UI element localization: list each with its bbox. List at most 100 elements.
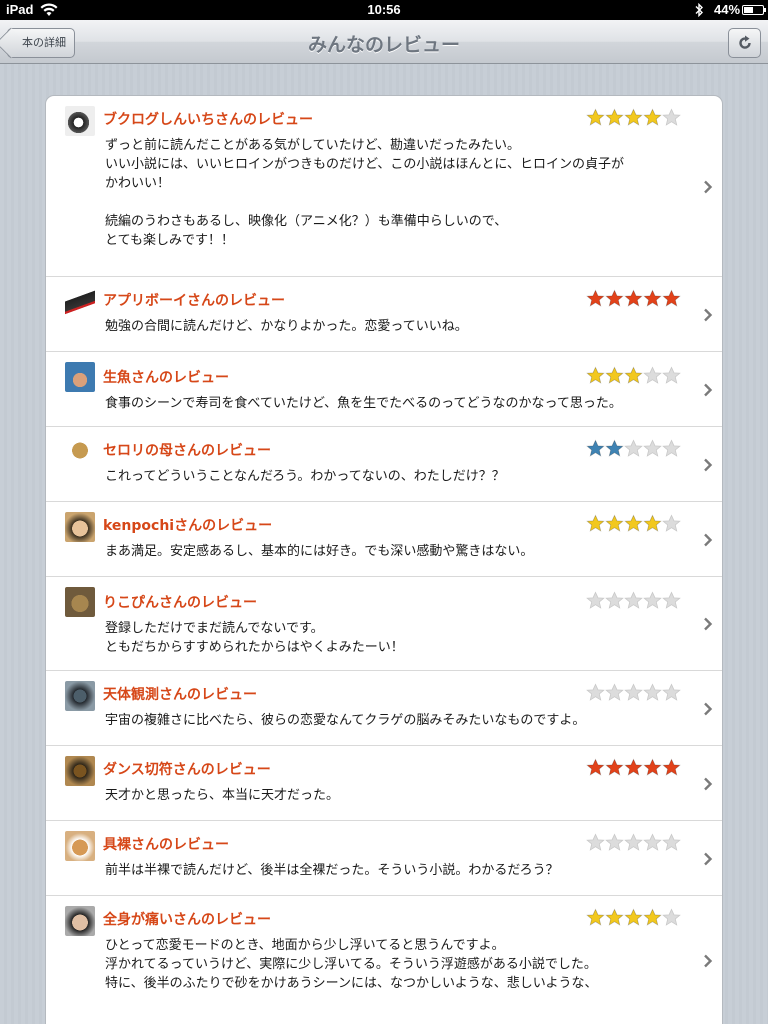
review-title: 具裸さんのレビュー bbox=[103, 837, 229, 853]
star-rating bbox=[586, 758, 681, 777]
review-row[interactable]: kenpochiさんのレビュー まあ満足。安定感あるし、基本的には好き。でも深い… bbox=[46, 502, 722, 577]
star-icon bbox=[586, 439, 605, 457]
owl-avatar bbox=[65, 756, 95, 786]
review-title: 生魚さんのレビュー bbox=[103, 370, 229, 386]
star-icon bbox=[586, 366, 605, 384]
chevron-right-icon[interactable] bbox=[703, 308, 713, 322]
star-icon bbox=[586, 289, 605, 307]
page-title: みんなのレビュー bbox=[307, 34, 460, 56]
review-row[interactable]: 天体観測さんのレビュー 宇宙の複雑さに比べたら、彼らの恋愛なんてクラゲの脳みそみ… bbox=[46, 671, 722, 746]
review-title: アプリボーイさんのレビュー bbox=[103, 293, 285, 309]
star-icon bbox=[624, 833, 643, 851]
review-body: 宇宙の複雑さに比べたら、彼らの恋愛なんてクラゲの脳みそみたいなものですよ。 bbox=[105, 713, 586, 728]
review-body: ずっと前に読んだことがある気がしていたけど、勘違いだったみたい。 いい小説には、… bbox=[105, 138, 624, 248]
star-icon bbox=[643, 758, 662, 776]
star-icon bbox=[662, 514, 681, 532]
review-title: セロリの母さんのレビュー bbox=[103, 443, 271, 459]
star-icon bbox=[605, 366, 624, 384]
corgi-avatar bbox=[65, 831, 95, 861]
review-row[interactable]: 具裸さんのレビュー 前半は半裸で読んだけど、後半は全裸だった。そういう小説。わか… bbox=[46, 821, 722, 896]
star-icon bbox=[624, 366, 643, 384]
chevron-right-icon[interactable] bbox=[703, 852, 713, 866]
chevron-right-icon[interactable] bbox=[703, 533, 713, 547]
star-icon bbox=[624, 108, 643, 126]
refresh-icon bbox=[739, 35, 751, 49]
star-icon bbox=[662, 908, 681, 926]
star-icon bbox=[586, 683, 605, 701]
review-row[interactable]: りこぴんさんのレビュー 登録しただけでまだ読んでないです。 ともだちからすすめら… bbox=[46, 577, 722, 671]
review-body: 登録しただけでまだ読んでないです。 ともだちからすすめられたからはやくよみたーい… bbox=[105, 621, 404, 655]
chevron-right-icon[interactable] bbox=[703, 383, 713, 397]
battery-percent: 44% bbox=[714, 2, 741, 17]
review-row[interactable]: ダンス切符さんのレビュー 天才かと思ったら、本当に天才だった。 bbox=[46, 746, 722, 821]
chevron-right-icon[interactable] bbox=[703, 702, 713, 716]
review-title: ブクログしんいちさんのレビュー bbox=[103, 112, 313, 128]
chevron-right-icon[interactable] bbox=[703, 458, 713, 472]
star-icon bbox=[605, 833, 624, 851]
review-body: まあ満足。安定感あるし、基本的には好き。でも深い感動や驚きはない。 bbox=[105, 544, 534, 559]
star-icon bbox=[624, 289, 643, 307]
review-body: 勉強の合間に読んだけど、かなりよかった。恋愛っていいね。 bbox=[105, 319, 468, 334]
star-icon bbox=[662, 683, 681, 701]
star-icon bbox=[624, 908, 643, 926]
chevron-right-icon[interactable] bbox=[703, 617, 713, 631]
review-title: kenpochiさんのレビュー bbox=[103, 518, 273, 534]
person-avatar bbox=[65, 362, 95, 392]
chevron-right-icon[interactable] bbox=[703, 954, 713, 968]
star-icon bbox=[605, 289, 624, 307]
star-icon bbox=[624, 439, 643, 457]
star-rating bbox=[586, 683, 681, 702]
star-icon bbox=[662, 108, 681, 126]
chevron-right-icon[interactable] bbox=[703, 777, 713, 791]
star-icon bbox=[586, 108, 605, 126]
review-row[interactable]: セロリの母さんのレビュー これってどういうことなんだろう。わかってないの、わたし… bbox=[46, 427, 722, 502]
person2-avatar bbox=[65, 681, 95, 711]
sneaker-avatar bbox=[65, 287, 95, 317]
star-rating bbox=[586, 514, 681, 533]
battery-icon bbox=[742, 5, 766, 15]
star-icon bbox=[605, 683, 624, 701]
review-row[interactable]: アプリボーイさんのレビュー 勉強の合間に読んだけど、かなりよかった。恋愛っていい… bbox=[46, 277, 722, 352]
star-icon bbox=[586, 514, 605, 532]
refresh-button[interactable] bbox=[728, 28, 761, 58]
review-title: ダンス切符さんのレビュー bbox=[103, 762, 271, 778]
review-body: これってどういうことなんだろう。わかってないの、わたしだけ？？ bbox=[105, 469, 505, 484]
review-row[interactable]: 全身が痛いさんのレビュー ひとって恋愛モードのとき、地面から少し浮いてると思うん… bbox=[46, 896, 722, 1024]
star-icon bbox=[662, 591, 681, 609]
dog-avatar bbox=[65, 587, 95, 617]
star-rating bbox=[586, 289, 681, 308]
review-body: 食事のシーンで寿司を食べていたけど、魚を生でたべるのってどうなのかなって思った。 bbox=[105, 396, 622, 411]
review-row[interactable]: ブクログしんいちさんのレビュー ずっと前に読んだことがある気がしていたけど、勘違… bbox=[46, 96, 722, 277]
review-body: 前半は半裸で読んだけど、後半は全裸だった。そういう小説。わかるだろう？ bbox=[105, 863, 559, 878]
star-icon bbox=[605, 514, 624, 532]
star-icon bbox=[662, 833, 681, 851]
star-icon bbox=[624, 758, 643, 776]
star-icon bbox=[643, 683, 662, 701]
glasses-avatar bbox=[65, 906, 95, 936]
status-bar: iPad 10:56 44% bbox=[0, 0, 768, 20]
chevron-right-icon[interactable] bbox=[703, 180, 713, 194]
star-icon bbox=[605, 758, 624, 776]
review-title: りこぴんさんのレビュー bbox=[103, 595, 257, 611]
star-icon bbox=[605, 439, 624, 457]
star-rating bbox=[586, 439, 681, 458]
star-rating bbox=[586, 833, 681, 852]
face-avatar bbox=[65, 512, 95, 542]
star-icon bbox=[586, 591, 605, 609]
star-icon bbox=[605, 908, 624, 926]
star-icon bbox=[605, 591, 624, 609]
review-row[interactable]: 生魚さんのレビュー 食事のシーンで寿司を食べていたけど、魚を生でたべるのってどう… bbox=[46, 352, 722, 427]
navigation-bar: 本の詳細 みんなのレビュー bbox=[0, 20, 768, 64]
star-rating bbox=[586, 366, 681, 385]
star-icon bbox=[643, 108, 662, 126]
review-title: 天体観測さんのレビュー bbox=[103, 687, 257, 703]
star-icon bbox=[624, 683, 643, 701]
star-icon bbox=[624, 591, 643, 609]
star-rating bbox=[586, 108, 681, 127]
star-icon bbox=[662, 366, 681, 384]
review-title: 全身が痛いさんのレビュー bbox=[103, 912, 271, 928]
star-icon bbox=[643, 439, 662, 457]
star-icon bbox=[643, 908, 662, 926]
star-icon bbox=[662, 289, 681, 307]
star-icon bbox=[643, 366, 662, 384]
